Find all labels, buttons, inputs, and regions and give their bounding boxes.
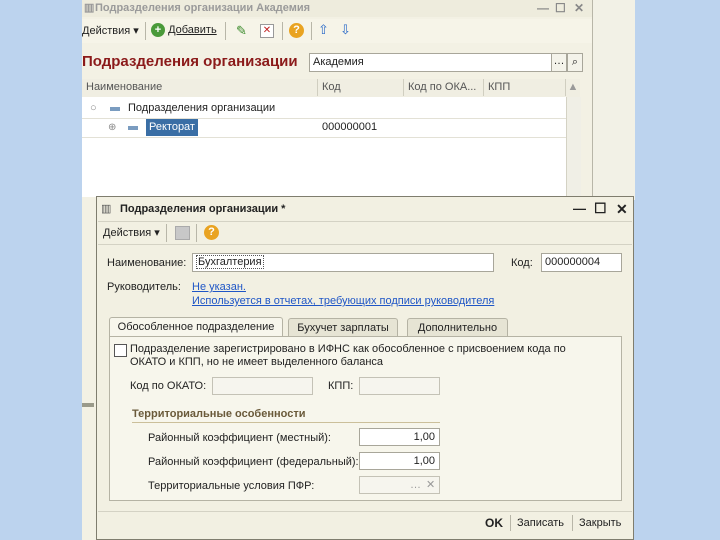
organization-filter-value: Академия [313,56,364,68]
pfr-label: Территориальные условия ПФР: [148,480,315,492]
okato-label: Код по ОКАТО: [130,380,207,392]
tab-payroll-accounting[interactable]: Бухучет зарплаты [288,318,398,337]
back-toolbar: Действия ▾ + Добавить ✎ ✕ ? ⇧ ⇩ [82,19,592,43]
tab-separate-division[interactable]: Обособленное подразделение [109,317,283,337]
dialog-title: Подразделения организации * [120,203,286,215]
help-icon[interactable]: ? [204,225,219,240]
head-note: Используется в отчетах, требующих подпис… [192,295,495,307]
add-button[interactable]: + Добавить [151,23,217,37]
column-okato[interactable]: Код по ОКА... [404,79,484,96]
folder-icon [110,107,120,111]
coef-local-label: Районный коэффициент (местный): [148,432,331,444]
help-icon[interactable]: ? [289,23,304,38]
row-name: Ректорат [146,119,198,136]
splitter-marker [82,403,94,407]
column-kpp[interactable]: КПП [484,79,566,96]
column-code[interactable]: Код [318,79,404,96]
add-icon: + [151,23,165,37]
toolbar-separator [145,22,146,40]
clear-icon[interactable]: ✕ [426,477,435,493]
row-name: Подразделения организации [128,102,276,114]
ok-button[interactable]: OK [485,516,503,530]
coef-fed-label: Районный коэффициент (федеральный): [148,456,359,468]
button-separator [510,515,511,531]
scroll-up-icon[interactable]: ▲ [566,79,580,96]
coef-local-input[interactable]: 1,00 [359,428,440,446]
section-divider [132,422,440,423]
toolbar-separator [282,22,283,40]
button-separator [572,515,573,531]
toolbar-separator [166,224,167,242]
tab-additional[interactable]: Дополнительно [407,318,508,337]
close-icon[interactable]: ✕ [616,201,628,218]
dialog-actions-menu[interactable]: Действия ▾ [103,226,160,239]
table-row[interactable]: ○ Подразделения организации [82,99,566,119]
grid-body: ○ Подразделения организации ⊕ Ректорат 0… [82,97,566,197]
kpp-input[interactable] [359,377,440,395]
arrow-up-icon[interactable]: ⇧ [318,23,329,37]
row-code: 000000001 [322,121,378,133]
tab-panel: Подразделение зарегистрировано в ИФНС ка… [109,336,622,501]
delete-icon[interactable]: ✕ [260,24,274,38]
dialog-toolbar: Действия ▾ ? [98,221,632,245]
close-icon[interactable]: ✕ [574,1,584,15]
close-button[interactable]: Закрыть [579,517,621,529]
name-label: Наименование: [107,257,187,269]
search-icon[interactable]: ⌕ [567,53,583,72]
save-list-icon[interactable] [175,226,190,240]
coef-fed-input[interactable]: 1,00 [359,452,440,470]
table-row[interactable]: ⊕ Ректорат 000000001 [82,118,566,138]
choose-icon[interactable]: … [410,477,421,493]
registered-checkbox[interactable] [114,344,127,357]
dialog-window: ▥ Подразделения организации * — ☐ ✕ Дейс… [96,196,634,540]
back-window-titlebar: ▥ Подразделения организации Академия — ☐… [82,0,592,17]
maximize-icon[interactable]: ☐ [555,1,566,15]
radio-icon: ○ [90,102,97,114]
name-input[interactable]: Бухгалтерия [192,253,494,272]
folder-icon [128,126,138,130]
window-icon: ▥ [84,2,95,14]
save-button[interactable]: Записать [517,517,564,529]
head-link[interactable]: Не указан. [192,281,246,293]
footer-divider [98,511,632,512]
code-label: Код: [511,257,533,269]
dialog-titlebar: ▥ Подразделения организации * — ☐ ✕ [97,197,633,221]
back-window-title: Подразделения организации Академия [95,2,311,14]
maximize-icon[interactable]: ☐ [594,200,607,217]
territorial-title: Территориальные особенности [132,408,306,420]
minimize-icon[interactable]: — [573,201,586,216]
grid-header: Наименование Код Код по ОКА... КПП ▲ [82,79,580,98]
head-label: Руководитель: [107,281,181,293]
actions-menu[interactable]: Действия ▾ [82,24,139,37]
minimize-icon[interactable]: — [537,1,549,15]
coef-fed-value: 1,00 [413,455,435,467]
coef-local-value: 1,00 [413,431,435,443]
side-strip [592,0,635,200]
organization-filter-input[interactable]: Академия [309,53,553,72]
arrow-down-icon[interactable]: ⇩ [340,23,351,37]
registered-text: Подразделение зарегистрировано в ИФНС ка… [130,343,566,368]
code-value: 000000004 [545,256,601,268]
kpp-label: КПП: [328,380,354,392]
column-name[interactable]: Наименование [82,79,318,96]
window-icon: ▥ [101,203,112,215]
code-input[interactable]: 000000004 [541,253,622,272]
grid-scrollbar[interactable] [566,97,581,197]
edit-icon[interactable]: ✎ [236,24,247,38]
choose-button[interactable]: … [551,53,567,72]
toolbar-separator [196,224,197,242]
okato-input[interactable] [212,377,313,395]
name-value: Бухгалтерия [196,255,264,269]
toolbar-separator [225,22,226,40]
expand-icon[interactable]: ⊕ [108,118,116,137]
pfr-input[interactable]: … ✕ [359,476,440,494]
page-title: Подразделения организации [82,53,298,70]
toolbar-separator [311,22,312,40]
